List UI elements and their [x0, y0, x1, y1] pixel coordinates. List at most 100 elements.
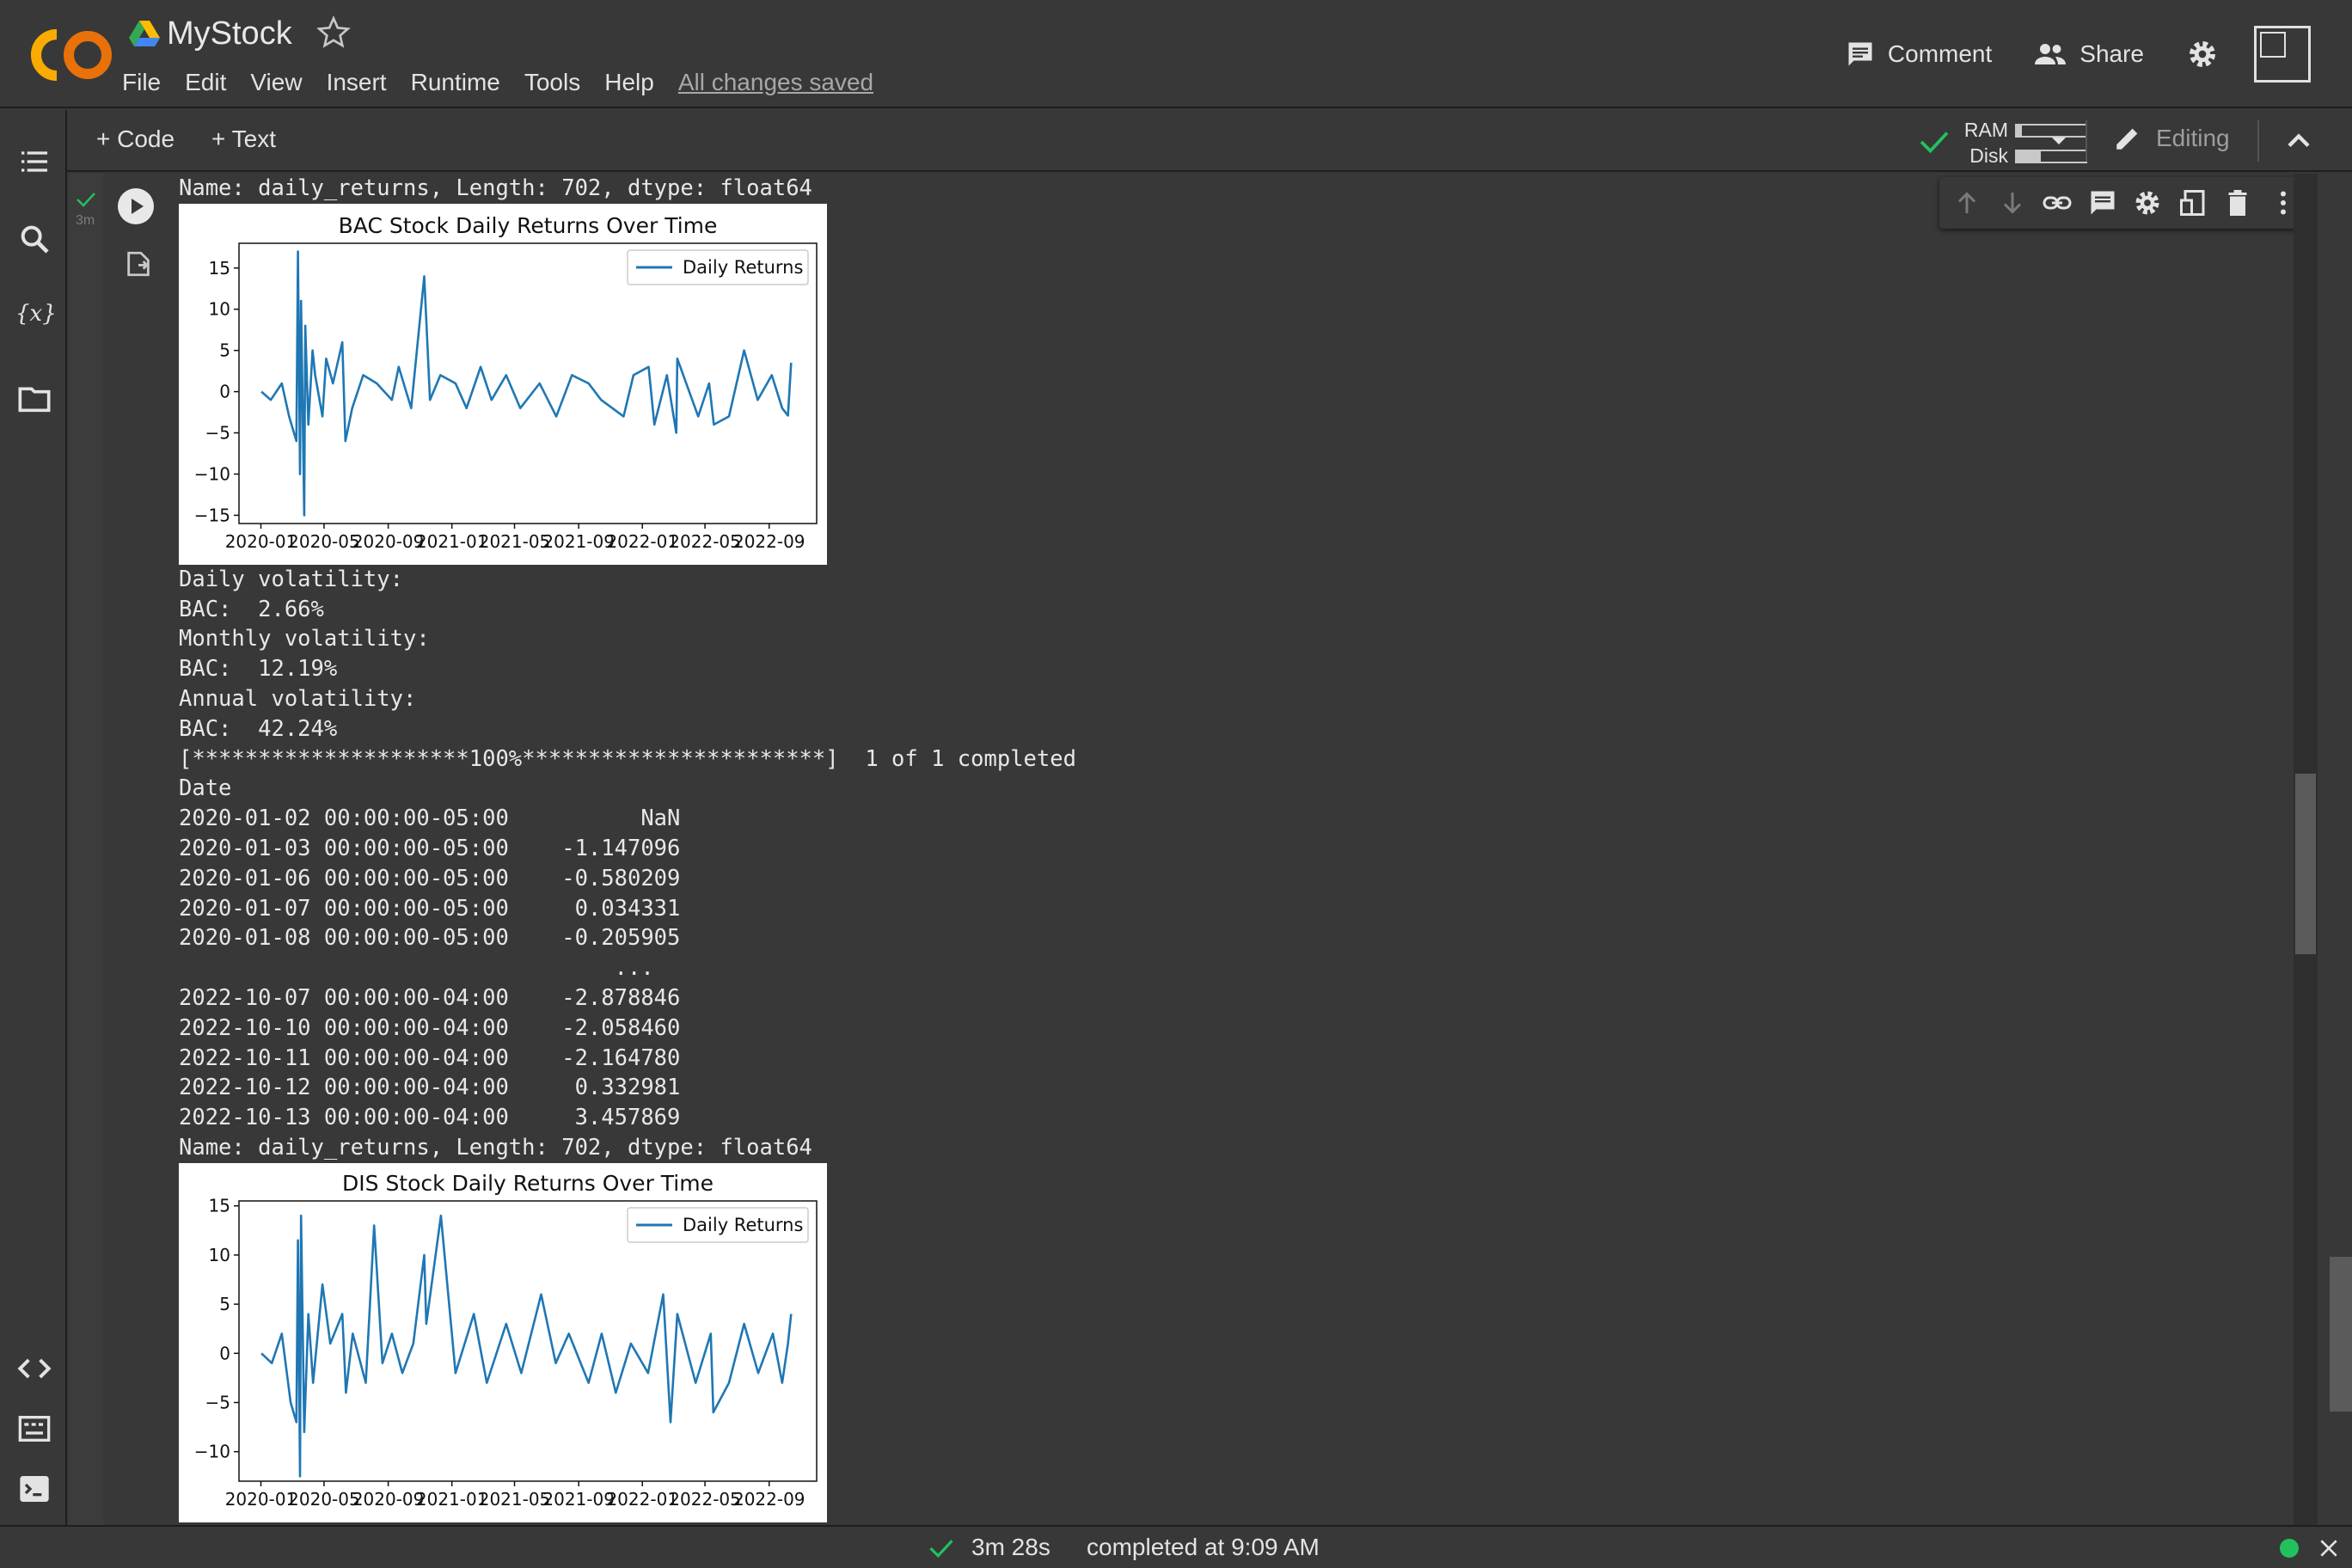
search-icon[interactable]	[17, 222, 52, 256]
resources-dropdown-icon[interactable]	[2049, 134, 2068, 148]
cell-output: Name: daily_returns, Length: 702, dtype:…	[179, 174, 2294, 1525]
run-cell-button[interactable]	[117, 187, 155, 225]
output-line: Date	[179, 775, 232, 802]
y-tick-label: 15	[209, 258, 230, 279]
status-bar: 3m 28s completed at 9:09 AM	[0, 1525, 2352, 1568]
cell-settings-gear-icon[interactable]	[2132, 187, 2163, 218]
output-line: Daily volatility:	[179, 566, 403, 592]
menu-runtime[interactable]: Runtime	[411, 69, 500, 96]
legend-label: Daily Returns	[683, 257, 803, 278]
y-tick-label: −10	[194, 463, 230, 484]
x-tick-label: 2020-01	[225, 531, 297, 552]
runtime-resources-indicator[interactable]: RAM Disk	[1852, 115, 2110, 167]
status-check-icon	[929, 1540, 953, 1559]
add-text-cell-button[interactable]: + Text	[211, 126, 276, 153]
cell-toolbar	[1939, 177, 2311, 229]
people-icon	[2035, 44, 2067, 64]
disk-label: Disk	[1969, 144, 2008, 167]
legend-label: Daily Returns	[683, 1215, 803, 1235]
y-tick-label: 5	[219, 340, 230, 360]
output-line: 2020-01-07 00:00:00-05:00 0.034331	[179, 895, 681, 922]
y-tick-label: −15	[194, 505, 230, 525]
add-comment-icon[interactable]	[2087, 187, 2118, 218]
disk-usage-bar	[2015, 150, 2087, 163]
daily-returns-line	[260, 1214, 793, 1478]
clear-output-icon[interactable]	[124, 249, 153, 279]
notebook-scrollbar-thumb[interactable]	[2295, 774, 2316, 954]
x-tick-label: 2021-05	[479, 1489, 551, 1510]
y-tick-label: 0	[219, 381, 230, 401]
folder-icon[interactable]	[17, 382, 52, 416]
y-tick-label: 5	[219, 1294, 230, 1314]
page-scrollbar-thumb[interactable]	[2330, 1257, 2352, 1412]
menu-view[interactable]: View	[250, 69, 302, 96]
plot-frame	[238, 1199, 818, 1482]
x-tick-label: 2022-05	[669, 531, 741, 552]
editing-label: Editing	[2156, 125, 2230, 151]
left-sidebar: {x}	[0, 110, 67, 1525]
output-line: 2022-10-13 00:00:00-04:00 3.457869	[179, 1105, 681, 1131]
move-cell-down-icon[interactable]	[1997, 187, 2028, 218]
share-label: Share	[2079, 40, 2144, 67]
x-tick-label: 2020-05	[288, 531, 360, 552]
comment-button[interactable]: Comment	[1845, 39, 1992, 70]
output-line: 2020-01-03 00:00:00-05:00 -1.147096	[179, 835, 681, 861]
daily-returns-line	[260, 250, 793, 517]
add-code-cell-button[interactable]: + Code	[96, 126, 175, 153]
menu-edit[interactable]: Edit	[185, 69, 226, 96]
account-avatar[interactable]	[2254, 26, 2311, 83]
chart-title: BAC Stock Daily Returns Over Time	[339, 213, 718, 238]
x-tick-label: 2022-09	[733, 1489, 805, 1510]
editing-mode-button[interactable]: Editing	[2113, 124, 2230, 153]
variables-icon[interactable]: {x}	[15, 301, 57, 335]
notebook-title[interactable]: MyStock	[167, 15, 292, 52]
ram-label: RAM	[1963, 119, 2008, 141]
dis-chart-svg: DIS Stock Daily Returns Over Time 15 10 5 0 −…	[194, 1171, 818, 1510]
save-status-link[interactable]: All changes saved	[678, 69, 873, 96]
delete-cell-icon[interactable]	[2222, 187, 2253, 218]
chevron-up-icon[interactable]	[2280, 122, 2318, 160]
menu-insert[interactable]: Insert	[327, 69, 387, 96]
toolbar-divider	[2086, 120, 2087, 162]
execution-time-badge: 3m	[76, 213, 95, 228]
x-tick-label: 2022-01	[606, 1489, 678, 1510]
code-snippets-icon[interactable]	[17, 1351, 52, 1386]
output-line: BAC: 2.66%	[179, 596, 324, 622]
x-tick-label: 2021-01	[416, 531, 488, 552]
x-tick-label: 2021-01	[416, 1489, 488, 1510]
output-line: 2022-10-07 00:00:00-04:00 -2.878846	[179, 984, 681, 1011]
app-header: MyStock File Edit View Insert Runtime To…	[0, 0, 2352, 108]
command-palette-icon[interactable]	[17, 1412, 52, 1446]
x-tick-label: 2022-05	[669, 1489, 741, 1510]
menu-file[interactable]: File	[122, 69, 161, 96]
settings-gear-icon[interactable]	[2185, 37, 2220, 71]
x-tick-label: 2020-01	[225, 1489, 297, 1510]
cell-controls	[103, 174, 179, 1525]
output-line: BAC: 42.24%	[179, 715, 338, 742]
status-elapsed-time[interactable]: 3m 28s	[971, 1534, 1050, 1561]
x-tick-label: 2022-01	[606, 531, 678, 552]
google-drive-icon[interactable]	[129, 19, 160, 46]
header-actions: Comment Share	[1845, 26, 2352, 83]
x-tick-label: 2021-05	[479, 531, 551, 552]
terminal-icon[interactable]	[17, 1472, 52, 1506]
bac-returns-chart: BAC Stock Daily Returns Over Time 15 10 5 0 −…	[179, 203, 827, 565]
move-cell-up-icon[interactable]	[1951, 187, 1982, 218]
share-button[interactable]: Share	[2033, 39, 2144, 70]
output-line: Annual volatility:	[179, 685, 417, 712]
y-tick-label: −10	[194, 1441, 230, 1461]
table-of-contents-icon[interactable]	[17, 144, 52, 179]
close-icon[interactable]	[2318, 1537, 2340, 1559]
colab-logo[interactable]	[22, 22, 119, 88]
toolbar-divider-2	[2257, 120, 2259, 162]
star-icon[interactable]	[316, 15, 351, 50]
output-line: BAC: 12.19%	[179, 656, 338, 683]
menu-help[interactable]: Help	[604, 69, 654, 96]
output-line: ...	[179, 955, 694, 982]
y-tick-label: 10	[209, 1245, 230, 1265]
link-icon[interactable]	[2042, 187, 2073, 218]
x-tick-label: 2021-09	[542, 1489, 615, 1510]
y-tick-label: −5	[205, 422, 230, 443]
mirror-cell-icon[interactable]	[2177, 187, 2208, 218]
menu-tools[interactable]: Tools	[524, 69, 580, 96]
